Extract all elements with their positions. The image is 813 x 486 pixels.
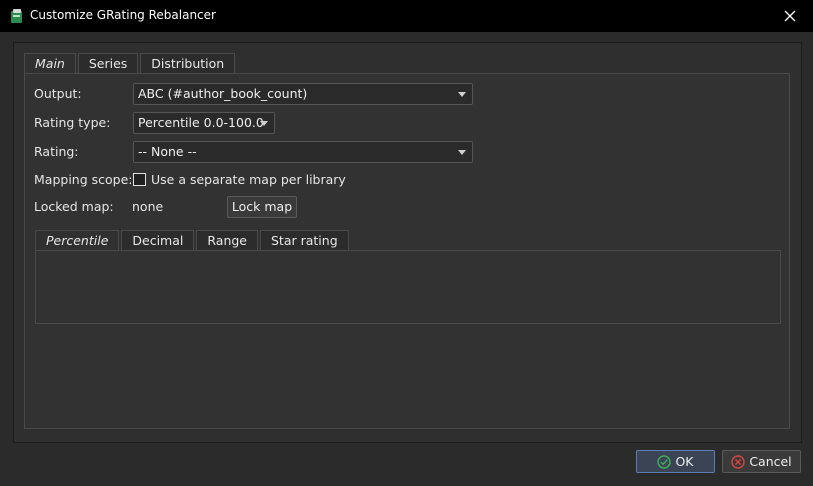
ok-button-label: OK [675,454,694,469]
cancel-circle-icon [731,454,746,469]
book-icon [11,9,22,23]
output-label: Output: [34,86,82,101]
cancel-button[interactable]: Cancel [722,450,801,473]
window-title: Customize GRating Rebalancer [30,8,216,22]
chevron-down-icon [458,150,466,155]
rating-tab-bar: Percentile Decimal Range Star rating [35,230,351,251]
dialog-body: Main Series Distribution Output: ABC (#a… [0,32,813,486]
cancel-button-label: Cancel [749,454,792,469]
output-value: ABC (#author_book_count) [138,86,308,101]
main-tab-bar: Main Series Distribution [24,53,237,74]
output-combobox[interactable]: ABC (#author_book_count) [133,83,473,105]
rating-type-combobox[interactable]: Percentile 0.0-100.0 [133,112,275,134]
separate-map-checkbox[interactable] [133,173,146,186]
locked-map-label: Locked map: [34,199,114,214]
main-tab-panel: Output: ABC (#author_book_count) Rating … [24,73,790,429]
rating-value: -- None -- [138,144,197,159]
rating-type-label: Rating type: [34,115,111,130]
lock-map-button[interactable]: Lock map [227,196,297,218]
rating-combobox[interactable]: -- None -- [133,141,473,163]
chevron-down-icon [458,92,466,97]
tab-range[interactable]: Range [196,230,258,250]
rating-type-value: Percentile 0.0-100.0 [138,115,264,130]
tab-star-rating[interactable]: Star rating [260,230,349,250]
title-bar: Customize GRating Rebalancer [0,0,813,32]
tab-main[interactable]: Main [24,53,76,74]
tab-series[interactable]: Series [77,53,139,73]
close-button[interactable] [767,0,813,32]
settings-frame: Main Series Distribution Output: ABC (#a… [13,42,802,443]
tab-percentile[interactable]: Percentile [35,230,120,251]
rating-tab-panel [35,250,781,324]
rating-label: Rating: [34,144,79,159]
close-icon [784,10,796,22]
tab-decimal[interactable]: Decimal [121,230,195,250]
ok-button[interactable]: OK [636,450,715,473]
check-circle-icon [657,454,672,469]
locked-map-value: none [132,199,164,214]
chevron-down-icon [260,121,268,126]
separate-map-checkbox-label[interactable]: Use a separate map per library [151,172,346,187]
tab-distribution[interactable]: Distribution [140,53,236,73]
mapping-scope-label: Mapping scope: [34,172,133,187]
